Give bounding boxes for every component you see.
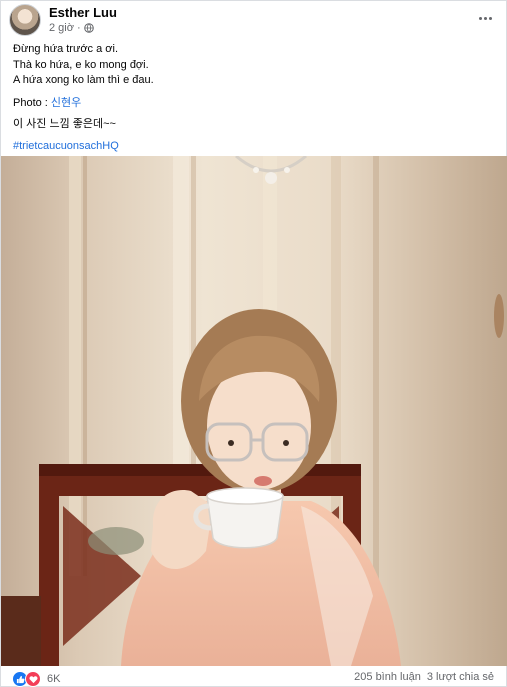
korean-caption: 이 사진 느낌 좋은데~~ <box>13 118 116 130</box>
photo-credit: Photo : 신현우 <box>13 96 494 112</box>
photo-credit-link[interactable]: 신현우 <box>51 97 81 109</box>
shares-count[interactable]: 3 lượt chia sẻ <box>427 671 494 683</box>
post-text: Đừng hứa trước a ơi. Thà ko hứa, e ko mo… <box>13 42 494 154</box>
more-options-icon[interactable] <box>474 8 496 28</box>
author-avatar[interactable] <box>9 4 41 36</box>
reactions[interactable]: 6K <box>12 671 60 687</box>
author-name[interactable]: Esther Luu <box>49 5 117 20</box>
post-header: Esther Luu 2 giờ · <box>9 4 498 38</box>
reaction-count[interactable]: 6K <box>47 673 60 685</box>
love-reaction-icon <box>25 671 41 687</box>
globe-icon <box>83 23 94 33</box>
post-text-line: Thà ko hứa, e ko mong đợi. <box>13 58 149 71</box>
facebook-post: Esther Luu 2 giờ · Đừng hứa trước a ơi. … <box>0 0 507 687</box>
comments-count[interactable]: 205 bình luận <box>354 671 421 683</box>
post-text-line: Đừng hứa trước a ơi. <box>13 43 118 55</box>
post-stats: 205 bình luận 3 lượt chia sẻ <box>354 671 494 683</box>
post-time[interactable]: 2 giờ <box>49 22 74 34</box>
hashtag-link[interactable]: #trietcaucuonsachHQ <box>13 139 494 155</box>
post-footer: 6K 205 bình luận 3 lượt chia sẻ <box>9 670 498 687</box>
photo-illustration <box>1 156 507 666</box>
photo-credit-label: Photo : <box>13 96 48 109</box>
post-photo[interactable] <box>1 156 507 666</box>
post-meta: 2 giờ · <box>49 22 94 34</box>
post-text-line: A hứa xong ko làm thì e đau. <box>13 74 154 86</box>
